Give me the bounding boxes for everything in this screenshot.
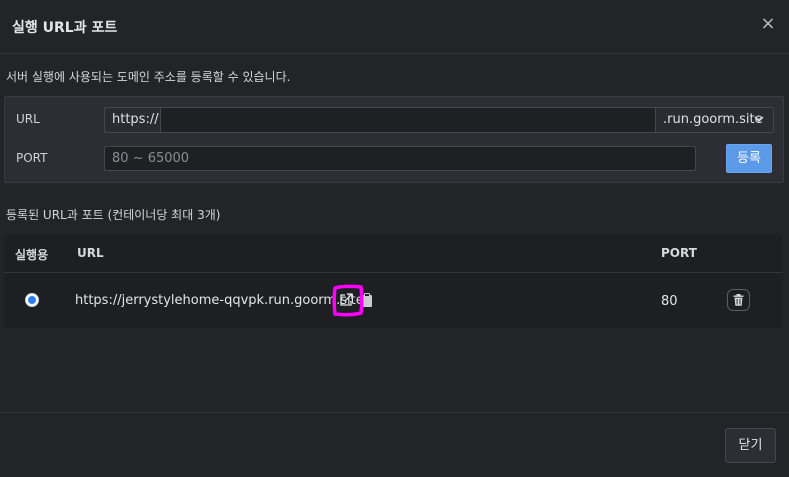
registered-port: 80 — [661, 294, 678, 309]
url-input[interactable] — [162, 108, 654, 132]
domain-suffix: .run.goorm.site — [663, 112, 763, 127]
port-label: PORT — [16, 151, 48, 165]
clipboard-icon[interactable] — [361, 293, 373, 307]
registered-title: 등록된 URL과 포트 (컨테이너당 최대 3개) — [6, 208, 221, 222]
dialog-title: 실행 URL과 포트 — [12, 20, 118, 36]
external-link-icon[interactable] — [338, 292, 354, 308]
url-port-dialog: 실행 URL과 포트 × 서버 실행에 사용되는 도메인 주소를 등록할 수 있… — [0, 0, 789, 477]
url-input-group: https:// .run.goorm.site — [104, 107, 774, 133]
column-url: URL — [77, 246, 104, 260]
column-port: PORT — [661, 246, 697, 260]
dialog-description: 서버 실행에 사용되는 도메인 주소를 등록할 수 있습니다. — [6, 70, 291, 84]
dialog-footer: 닫기 — [0, 412, 789, 477]
registered-table: 실행용 URL PORT https://jerrystylehome-qqvp… — [4, 234, 782, 328]
register-button[interactable]: 등록 — [726, 144, 772, 173]
run-radio[interactable] — [25, 293, 39, 307]
trash-icon — [733, 294, 744, 306]
chevron-down-icon — [754, 116, 764, 123]
column-run: 실행용 — [15, 248, 49, 262]
port-input[interactable] — [104, 146, 696, 171]
close-button[interactable]: 닫기 — [725, 428, 776, 463]
dialog-header: 실행 URL과 포트 × — [0, 0, 789, 54]
delete-button[interactable] — [727, 289, 750, 311]
table-header: 실행용 URL PORT — [4, 234, 782, 273]
registered-url: https://jerrystylehome-qqvpk.run.goorm.s… — [75, 293, 364, 308]
register-form: URL https:// .run.goorm.site PORT 등록 — [4, 96, 784, 183]
url-prefix: https:// — [105, 108, 161, 132]
url-label: URL — [16, 112, 40, 126]
table-row: https://jerrystylehome-qqvpk.run.goorm.s… — [4, 273, 782, 328]
domain-select[interactable]: .run.goorm.site — [655, 108, 773, 132]
close-icon[interactable]: × — [759, 14, 777, 34]
